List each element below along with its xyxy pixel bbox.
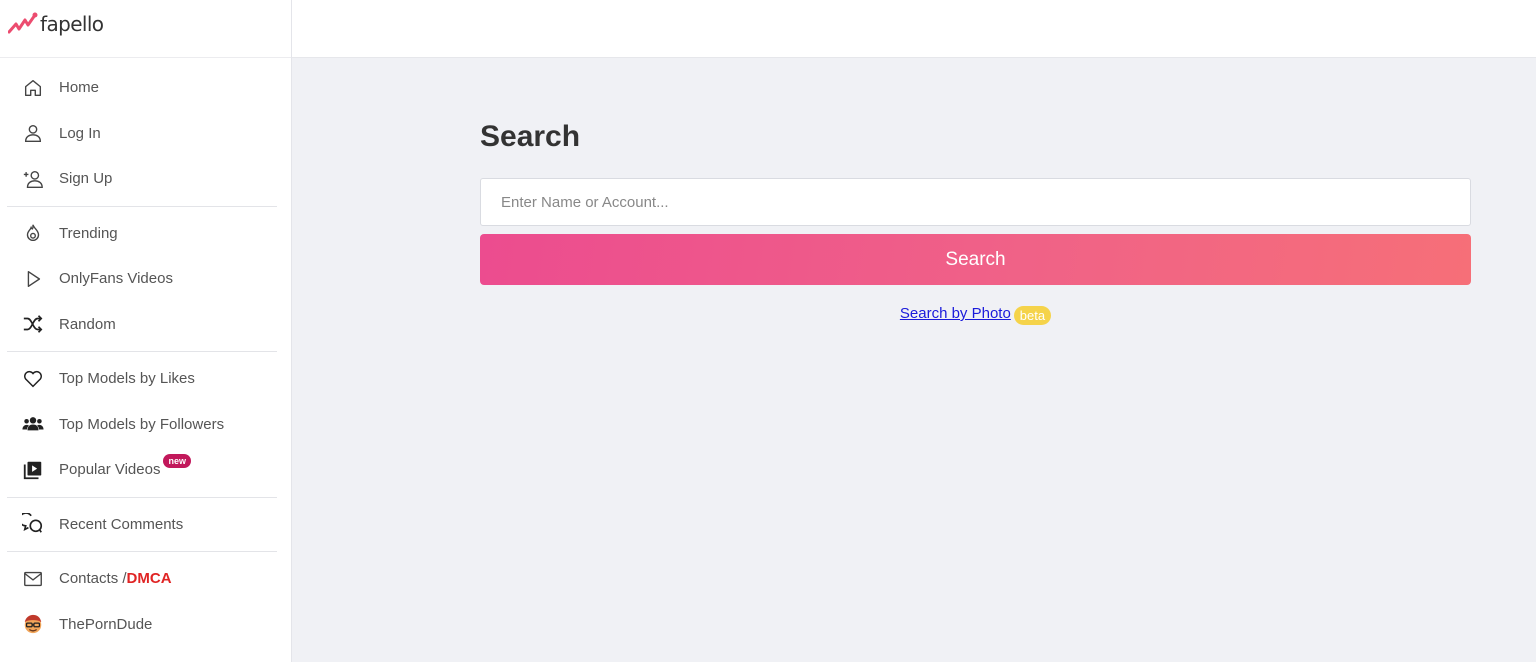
home-icon — [21, 76, 45, 100]
logo-icon — [8, 12, 38, 33]
nav-group-browse: Trending OnlyFans Videos Random — [0, 211, 291, 348]
mail-icon — [21, 567, 45, 591]
nav-group-top: Top Models by Likes Top Models by Follow… — [0, 356, 291, 493]
search-input[interactable] — [480, 178, 1471, 226]
play-icon — [21, 267, 45, 291]
shuffle-icon — [21, 312, 45, 336]
sidebar-item-label: Top Models by Likes — [59, 370, 195, 388]
user-plus-icon — [21, 167, 45, 191]
search-by-photo-row: Search by Photo beta — [480, 304, 1471, 325]
sidebar-item-contacts-dmca[interactable]: Contacts / DMCA — [7, 556, 277, 602]
sidebar-divider — [7, 496, 277, 498]
sidebar-item-label: Recent Comments — [59, 515, 184, 533]
users-icon — [21, 412, 45, 436]
comments-icon — [21, 512, 45, 536]
sidebar-item-top-models-followers[interactable]: Top Models by Followers — [7, 402, 277, 448]
sidebar-divider — [7, 205, 277, 207]
sidebar-item-label: Random — [59, 315, 116, 333]
page-title: Search — [480, 120, 581, 153]
sidebar-item-label: Top Models by Followers — [59, 415, 225, 433]
search-panel: Search Search Search by Photobeta — [480, 118, 1471, 325]
sidebar-item-label: ThePornDude — [59, 615, 153, 633]
logo-text: fapello — [40, 11, 104, 36]
user-icon — [21, 121, 45, 145]
top-bar — [292, 0, 1536, 58]
sidebar-item-label: OnlyFans Videos — [59, 270, 173, 288]
sidebar-item-random[interactable]: Random — [7, 302, 277, 348]
logo[interactable]: fapello — [0, 0, 291, 58]
sidebar-item-label: Popular Videos — [59, 461, 161, 479]
video-library-icon — [21, 458, 45, 482]
sidebar-item-label: Contacts / — [59, 570, 127, 588]
sidebar-divider — [7, 351, 277, 352]
beta-badge: beta — [1013, 306, 1052, 325]
sidebar-item-label: Home — [59, 79, 100, 97]
sidebar-item-popular-videos[interactable]: Popular Videos new — [7, 447, 277, 493]
search-by-photo-link[interactable]: Search by Photo — [900, 305, 1011, 322]
nav-group-community: Recent Comments — [0, 502, 291, 548]
sidebar-item-trending[interactable]: Trending — [7, 211, 277, 257]
nav-group-account: Home Log In Sign Up — [0, 65, 291, 202]
new-badge: new — [163, 453, 191, 468]
search-button[interactable]: Search — [480, 234, 1471, 285]
sidebar-item-recent-comments[interactable]: Recent Comments — [7, 502, 277, 548]
nav-group-misc: Contacts / DMCA ThePornDude — [0, 556, 291, 647]
sidebar-item-theporndude[interactable]: ThePornDude — [7, 602, 277, 648]
sidebar-item-onlyfans-videos[interactable]: OnlyFans Videos — [7, 256, 277, 302]
sidebar-item-label: Sign Up — [59, 170, 113, 188]
dude-avatar-icon — [21, 612, 45, 636]
sidebar-nav: Home Log In Sign Up Trending OnlyFans Vi… — [0, 58, 291, 647]
sidebar-item-top-models-likes[interactable]: Top Models by Likes — [7, 356, 277, 402]
sidebar-item-home[interactable]: Home — [7, 65, 277, 111]
sidebar-item-label: Log In — [59, 124, 101, 142]
sidebar-item-sign-up[interactable]: Sign Up — [7, 156, 277, 202]
heart-icon — [21, 367, 45, 391]
dmca-label: DMCA — [126, 570, 172, 588]
sidebar: fapello Home Log In Sign Up Trending Onl… — [0, 0, 292, 662]
sidebar-item-log-in[interactable]: Log In — [7, 111, 277, 157]
flame-icon — [21, 221, 45, 245]
sidebar-divider — [7, 551, 277, 552]
sidebar-item-label: Trending — [59, 224, 118, 242]
